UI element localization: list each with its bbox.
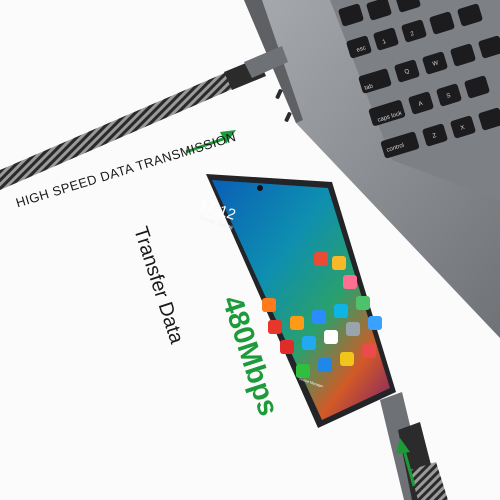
product-photo: HIGH SPEED DATA TRANSMISSION Transfer Da…: [0, 0, 500, 500]
front-camera: [257, 185, 263, 191]
usb-c-port: [275, 89, 283, 99]
photo-artwork: [0, 0, 500, 500]
key-z: Z: [432, 132, 438, 140]
usb-c-port-2: [284, 112, 292, 122]
